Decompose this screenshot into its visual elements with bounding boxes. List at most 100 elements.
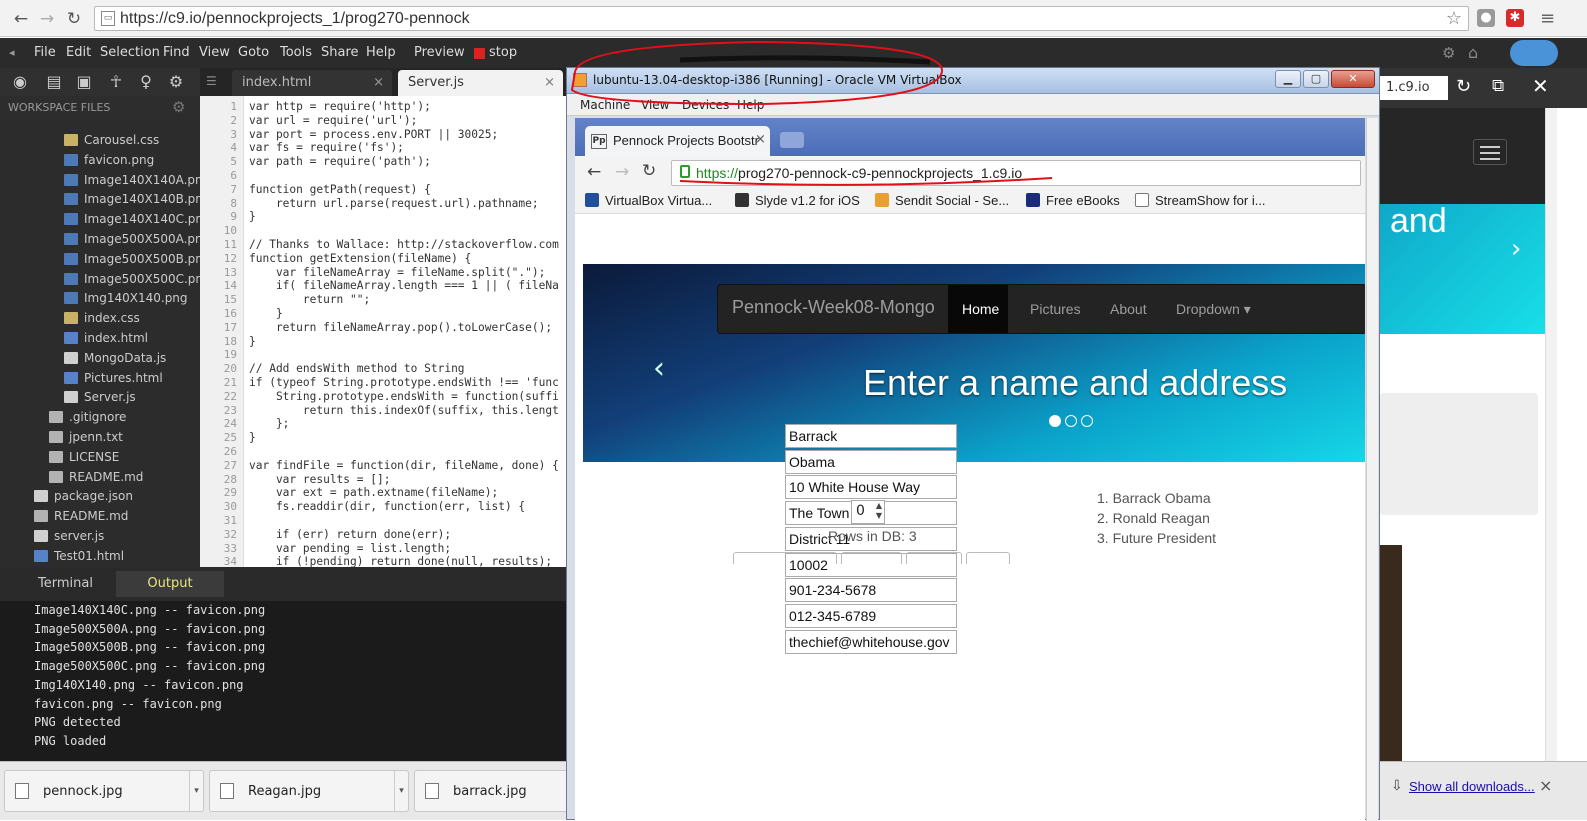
file-tree-item[interactable]: LICENSE: [49, 447, 119, 467]
stop-button[interactable]: stop: [489, 45, 517, 60]
menu-tools[interactable]: Tools: [280, 45, 312, 60]
bookmark-star-icon[interactable]: ☆: [1446, 8, 1462, 29]
bookmark-item[interactable]: Sendit Social - Se...: [875, 193, 1009, 208]
nav-pictures[interactable]: Pictures: [1030, 301, 1081, 317]
form-field[interactable]: 901-234-5678: [785, 578, 957, 603]
hamburger-icon[interactable]: [1473, 139, 1507, 165]
carousel-indicator[interactable]: [1049, 415, 1061, 427]
form-field[interactable]: 012-345-6789: [785, 603, 957, 628]
extension-red-icon[interactable]: ✱: [1506, 9, 1524, 27]
carousel-prev-icon[interactable]: ‹: [653, 351, 665, 386]
site-brand[interactable]: Pennock-Week08-Mongo: [732, 297, 935, 318]
form-field[interactable]: thechief@whitehouse.gov: [785, 629, 957, 654]
file-tree-item[interactable]: Image500X500C.png: [64, 269, 200, 289]
bookmark-item[interactable]: VirtualBox Virtua...: [585, 193, 712, 208]
restore-icon[interactable]: ⧉: [1492, 76, 1504, 96]
minimize-button[interactable]: ▁: [1275, 70, 1301, 88]
guest-forward-icon[interactable]: →: [615, 162, 629, 182]
carousel-indicator[interactable]: [1065, 415, 1077, 427]
tab-server-js[interactable]: Server.js ×: [398, 70, 563, 96]
nav-home[interactable]: Home: [962, 301, 999, 317]
extension-icon[interactable]: ●: [1477, 9, 1495, 27]
file-tree-item[interactable]: favicon.png: [64, 150, 154, 170]
download-item[interactable]: pennock.jpg ▾: [4, 770, 204, 812]
form-field[interactable]: Obama: [785, 449, 957, 474]
forward-button[interactable]: →: [36, 8, 58, 30]
guest-address-bar[interactable]: https://prog270-pennock-c9-pennockprojec…: [671, 160, 1361, 186]
file-tree-item[interactable]: Image140X140A.png: [64, 170, 200, 190]
file-tree-item[interactable]: package.json: [34, 486, 133, 506]
carousel-next-icon[interactable]: ›: [1511, 234, 1521, 264]
show-all-downloads-link[interactable]: Show all downloads...: [1409, 779, 1535, 794]
file-tree-item[interactable]: Image140X140B.png: [64, 189, 200, 209]
save-icon[interactable]: ▤: [44, 72, 64, 92]
close-downloads-button[interactable]: ×: [1539, 776, 1552, 795]
nav-about[interactable]: About: [1110, 301, 1147, 317]
carousel-indicator[interactable]: [1081, 415, 1093, 427]
guest-tab[interactable]: Pp Pennock Projects Bootstr ×: [585, 126, 770, 156]
bookmark-item[interactable]: StreamShow for i...: [1135, 193, 1266, 208]
file-tree-item[interactable]: Test01.html: [34, 546, 124, 566]
stepper-arrows-icon[interactable]: ▲ ▼: [876, 501, 882, 521]
file-tree-item[interactable]: server.js: [34, 526, 104, 546]
back-button[interactable]: ←: [10, 8, 32, 30]
tab-terminal[interactable]: Terminal: [20, 571, 111, 597]
action-button[interactable]: [841, 552, 902, 564]
workspace-settings-icon[interactable]: ⚙: [172, 98, 185, 116]
file-tree-item[interactable]: Carousel.css: [64, 130, 159, 150]
background-scrollbar[interactable]: [1545, 108, 1557, 761]
bookmark-item[interactable]: Free eBooks: [1026, 193, 1120, 208]
menu-selection[interactable]: Selection: [100, 45, 160, 60]
lightbulb-icon[interactable]: ♀: [136, 72, 156, 92]
tab-close-icon[interactable]: ×: [755, 132, 766, 147]
guest-scrollbar[interactable]: [1366, 118, 1378, 821]
collapse-icon[interactable]: ◂: [9, 46, 15, 59]
home-icon[interactable]: ⌂: [1468, 43, 1478, 62]
file-tree-item[interactable]: Image500X500B.png: [64, 249, 200, 269]
menu-file[interactable]: File: [34, 45, 56, 60]
tab-index-html[interactable]: index.html ×: [232, 70, 392, 96]
rows-stepper[interactable]: 0 ▲ ▼: [851, 500, 885, 524]
cloud-icon[interactable]: [1510, 40, 1558, 66]
file-tree-item[interactable]: Image140X140C.png: [64, 209, 200, 229]
file-tree-item[interactable]: index.css: [64, 308, 140, 328]
nav-dropdown[interactable]: Dropdown ▾: [1176, 301, 1251, 318]
code-editor[interactable]: 1 2 3 4 5 6 7 8 9 10 11 12 13 14 15 16 17 18 19 20 21 22 23 24 2…: [200, 96, 570, 567]
file-tree-item[interactable]: MongoData.js: [64, 348, 166, 368]
tab-close-icon[interactable]: ×: [544, 70, 555, 96]
menu-find[interactable]: Find: [163, 45, 190, 60]
download-menu-icon[interactable]: ▾: [394, 771, 408, 811]
box-icon[interactable]: ▣: [74, 72, 94, 92]
file-tree-item[interactable]: jpenn.txt: [49, 427, 123, 447]
form-field[interactable]: 10 White House Way: [785, 475, 957, 500]
file-tree-item[interactable]: Img140X140.png: [64, 288, 188, 308]
menu-share[interactable]: Share: [321, 45, 359, 60]
close-button[interactable]: ✕: [1331, 70, 1375, 88]
menu-icon[interactable]: ≡: [1540, 8, 1555, 29]
file-tree-item[interactable]: Server.js: [64, 387, 136, 407]
guest-back-icon[interactable]: ←: [587, 162, 601, 182]
menu-view[interactable]: View: [199, 45, 230, 60]
reload-icon[interactable]: ↻: [1456, 76, 1471, 97]
address-bar[interactable]: ▭ https://c9.io/pennockprojects_1/prog27…: [94, 6, 1469, 31]
new-tab-button[interactable]: [780, 132, 804, 148]
preview-button[interactable]: Preview: [414, 45, 465, 60]
maximize-button[interactable]: ▢: [1303, 70, 1329, 88]
run-icon[interactable]: ☥: [106, 72, 126, 92]
file-tree-item[interactable]: README.md: [34, 506, 128, 526]
eye-icon[interactable]: ◉: [10, 72, 30, 92]
vbox-menu-view[interactable]: View: [641, 98, 669, 112]
download-menu-icon[interactable]: ▾: [189, 771, 203, 811]
bookmark-item[interactable]: Slyde v1.2 for iOS: [735, 193, 860, 208]
action-button[interactable]: [733, 552, 837, 564]
vbox-menu-machine[interactable]: Machine: [580, 98, 630, 112]
form-field[interactable]: Barrack: [785, 424, 957, 448]
guest-reload-icon[interactable]: ↻: [642, 161, 656, 181]
vbox-menu-devices[interactable]: Devices: [682, 98, 729, 112]
file-tree-item[interactable]: Pictures.html: [64, 368, 163, 388]
reload-button[interactable]: ↻: [63, 8, 85, 30]
download-item[interactable]: Reagan.jpg ▾: [209, 770, 409, 812]
action-button[interactable]: [906, 552, 962, 564]
menu-help[interactable]: Help: [366, 45, 396, 60]
action-button[interactable]: [966, 552, 1010, 564]
